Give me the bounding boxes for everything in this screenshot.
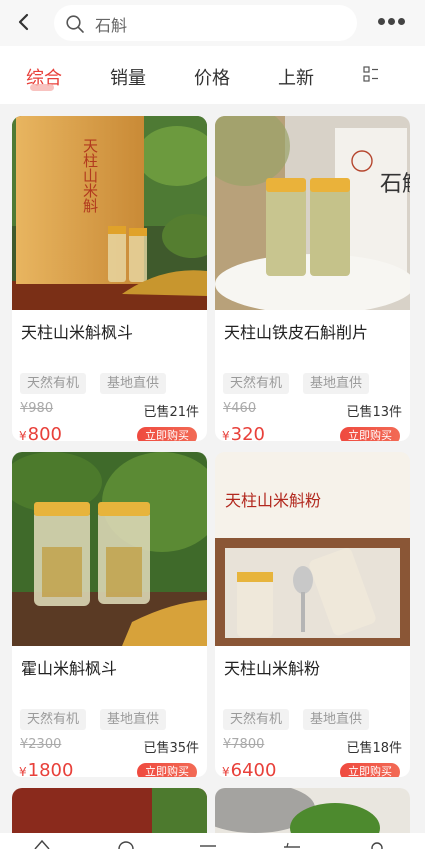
currency-symbol: ¥ <box>222 429 230 441</box>
price-value: 800 <box>27 424 62 441</box>
original-price: ¥7800 <box>223 737 265 752</box>
original-price: ¥2300 <box>20 737 62 752</box>
back-arrow-icon[interactable] <box>13 11 35 33</box>
profile-icon[interactable] <box>368 838 386 849</box>
buy-now-button[interactable]: 立即购买 <box>137 763 197 777</box>
price-value: 6400 <box>230 760 277 777</box>
product-name: 天柱山铁皮石斛削片 <box>224 323 369 342</box>
currency-symbol: ¥ <box>222 765 230 777</box>
product-name: 天柱山米斛粉 <box>224 659 321 678</box>
list-layout-icon[interactable] <box>363 66 379 82</box>
search-input[interactable]: 石斛 <box>95 12 127 36</box>
buy-now-button[interactable]: 立即购买 <box>340 427 400 441</box>
product-tag: 天然有机 <box>20 373 87 394</box>
tab-new[interactable]: 上新 <box>278 64 314 90</box>
product-tag: 天然有机 <box>20 709 87 730</box>
buy-now-button[interactable]: 立即购买 <box>340 763 400 777</box>
sold-count: 已售21件 <box>143 405 199 420</box>
original-price: ¥460 <box>223 401 257 416</box>
current-price: ¥800 <box>19 424 62 441</box>
product-name: 霍山米斛枫斗 <box>21 659 118 678</box>
tab-sales[interactable]: 销量 <box>110 64 146 90</box>
active-tab-indicator <box>30 84 54 91</box>
search-bar[interactable]: 石斛 <box>54 5 357 41</box>
product-tag: 天然有机 <box>223 709 290 730</box>
more-options-icon[interactable] <box>378 18 405 26</box>
sold-count: 已售13件 <box>346 405 402 420</box>
price-value: 1800 <box>27 760 74 777</box>
currency-symbol: ¥ <box>19 765 27 777</box>
tab-price[interactable]: 价格 <box>194 64 230 90</box>
price-value: 320 <box>230 424 265 441</box>
image-label: 天柱山米斛粉 <box>225 491 321 510</box>
tab-comprehensive[interactable]: 综合 <box>26 64 62 91</box>
current-price: ¥1800 <box>19 760 73 777</box>
tab-label: 销量 <box>110 68 146 89</box>
cart-icon[interactable] <box>283 838 301 849</box>
image-label: 石斛 <box>380 172 410 197</box>
tab-label: 价格 <box>194 68 230 89</box>
sort-tabs: 综合 销量 价格 上新 <box>0 46 425 104</box>
product-image: 天柱山米斛粉 <box>215 452 410 646</box>
product-name: 天柱山米斛枫斗 <box>21 323 134 342</box>
current-price: ¥6400 <box>222 760 276 777</box>
product-image: 石斛 <box>215 116 410 310</box>
sold-count: 已售18件 <box>346 741 402 756</box>
current-price: ¥320 <box>222 424 265 441</box>
tab-label: 上新 <box>278 68 314 89</box>
product-card[interactable]: 天柱山米斛 天柱山米斛枫斗 天然有机 基地直供 ¥980 已售21件 ¥800 … <box>12 116 207 441</box>
image-label: 天柱山米斛 <box>81 138 99 214</box>
original-price: ¥980 <box>20 401 54 416</box>
bottom-nav-bar <box>0 833 425 849</box>
product-tag: 基地直供 <box>303 373 370 394</box>
product-image <box>12 452 207 646</box>
product-card[interactable]: 石斛 天柱山铁皮石斛削片 天然有机 基地直供 ¥460 已售13件 ¥320 立… <box>215 116 410 441</box>
top-bar: 石斛 <box>0 0 425 46</box>
buy-now-button[interactable]: 立即购买 <box>137 427 197 441</box>
product-tag: 基地直供 <box>100 373 167 394</box>
search-icon <box>66 15 84 33</box>
currency-symbol: ¥ <box>19 429 27 441</box>
category-icon[interactable] <box>117 838 135 849</box>
product-tag: 天然有机 <box>223 373 290 394</box>
product-tag: 基地直供 <box>100 709 167 730</box>
home-icon[interactable] <box>33 838 51 849</box>
product-card[interactable]: 霍山米斛枫斗 天然有机 基地直供 ¥2300 已售35件 ¥1800 立即购买 <box>12 452 207 777</box>
product-tag: 基地直供 <box>303 709 370 730</box>
message-icon[interactable] <box>199 838 217 849</box>
product-image: 天柱山米斛 <box>12 116 207 310</box>
sold-count: 已售35件 <box>143 741 199 756</box>
product-card[interactable]: 天柱山米斛粉 天柱山米斛粉 天然有机 基地直供 ¥7800 已售18件 ¥640… <box>215 452 410 777</box>
